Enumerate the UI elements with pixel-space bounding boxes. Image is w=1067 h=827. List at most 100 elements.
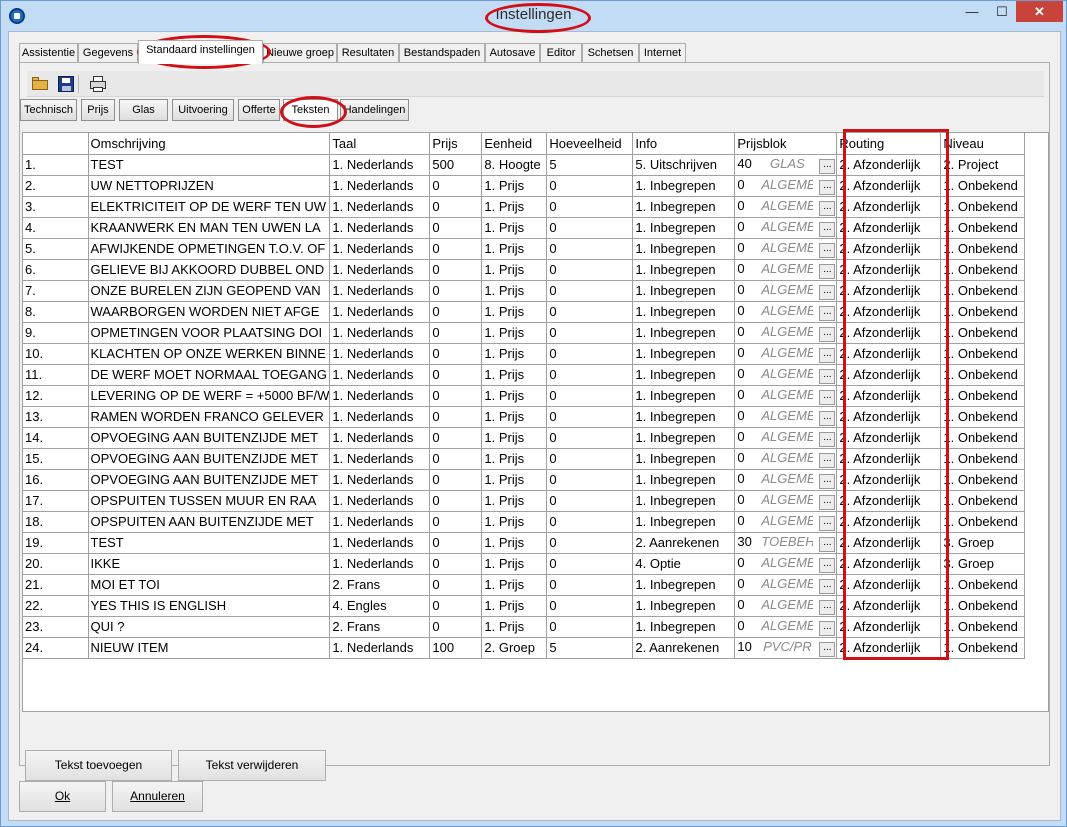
hoeveelheid-cell[interactable]: 0 <box>546 258 634 281</box>
save-disk-icon[interactable] <box>56 74 76 94</box>
row-index[interactable]: 24. <box>23 636 89 659</box>
routing-cell[interactable]: 2. Afzonderlijk <box>836 342 942 365</box>
info-cell[interactable]: 1. Inbegrepen <box>632 594 736 617</box>
routing-cell[interactable]: 2. Afzonderlijk <box>836 216 942 239</box>
table-row[interactable]: 4. KRAANWERK EN MAN TEN UWEN LA 1. Nederla… <box>23 216 1026 239</box>
minimize-button[interactable]: — <box>958 1 986 22</box>
prijsblok-cell[interactable]: ... 0 ALGEMEEN <box>734 279 838 302</box>
niveau-cell[interactable]: 1. Onbekend <box>940 384 1026 407</box>
table-row[interactable]: 3. ELEKTRICITEIT OP DE WERF TEN UW 1. Nede… <box>23 195 1026 218</box>
info-cell[interactable]: 1. Inbegrepen <box>632 279 736 302</box>
routing-cell[interactable]: 2. Afzonderlijk <box>836 300 942 323</box>
table-row[interactable]: 2. UW NETTOPRIJZEN 1. Nederlands 0 1. Prijs 0… <box>23 174 1026 197</box>
subtab-prijs[interactable]: Prijs <box>81 99 115 121</box>
hoeveelheid-cell[interactable]: 0 <box>546 174 634 197</box>
prijsblok-cell[interactable]: ... 0 ALGEMEEN <box>734 216 838 239</box>
prijsblok-browse-button[interactable]: ... <box>819 494 836 510</box>
row-index[interactable]: 16. <box>23 468 89 491</box>
prijs-cell[interactable]: 500 <box>429 153 483 176</box>
hoeveelheid-cell[interactable]: 0 <box>546 363 634 386</box>
hoeveelheid-cell[interactable]: 0 <box>546 468 634 491</box>
table-row[interactable]: 16. OPVOEGING AAN BUITENZIJDE MET 1. Neder… <box>23 468 1026 491</box>
routing-cell[interactable]: 2. Afzonderlijk <box>836 615 942 638</box>
taal-cell[interactable]: 1. Nederlands <box>329 174 431 197</box>
prijsblok-browse-button[interactable]: ... <box>819 284 836 300</box>
hoeveelheid-cell[interactable]: 0 <box>546 573 634 596</box>
niveau-cell[interactable]: 1. Onbekend <box>940 510 1026 533</box>
niveau-cell[interactable]: 3. Groep <box>940 531 1026 554</box>
table-row[interactable]: 21. MOI ET TOI 2. Frans 0 1. Prijs 0 1. Inbegr… <box>23 573 1026 596</box>
table-row[interactable]: 13. RAMEN WORDEN FRANCO GELEVER 1. Nederla… <box>23 405 1026 428</box>
niveau-cell[interactable]: 1. Onbekend <box>940 468 1026 491</box>
taal-cell[interactable]: 1. Nederlands <box>329 636 431 659</box>
eenheid-cell[interactable]: 1. Prijs <box>481 594 548 617</box>
tab-editor[interactable]: Editor <box>540 43 582 63</box>
info-cell[interactable]: 1. Inbegrepen <box>632 174 736 197</box>
info-cell[interactable]: 1. Inbegrepen <box>632 468 736 491</box>
row-index[interactable]: 18. <box>23 510 89 533</box>
hoeveelheid-cell[interactable]: 0 <box>546 216 634 239</box>
prijsblok-browse-button[interactable]: ... <box>819 536 836 552</box>
row-index[interactable]: 5. <box>23 237 89 260</box>
prijsblok-cell[interactable]: ... 0 ALGEMEEN <box>734 321 838 344</box>
row-index[interactable]: 8. <box>23 300 89 323</box>
niveau-cell[interactable]: 1. Onbekend <box>940 426 1026 449</box>
prijsblok-browse-button[interactable]: ... <box>819 557 836 573</box>
taal-cell[interactable]: 1. Nederlands <box>329 363 431 386</box>
prijsblok-browse-button[interactable]: ... <box>819 179 836 195</box>
remove-text-button[interactable]: Tekst verwijderen <box>178 750 326 781</box>
hoeveelheid-cell[interactable]: 0 <box>546 594 634 617</box>
prijsblok-cell[interactable]: ... 0 ALGEMEEN <box>734 258 838 281</box>
print-icon[interactable] <box>88 74 108 94</box>
prijsblok-browse-button[interactable]: ... <box>819 305 836 321</box>
prijs-cell[interactable]: 0 <box>429 426 483 449</box>
ok-button[interactable]: Ok <box>19 781 106 812</box>
taal-cell[interactable]: 1. Nederlands <box>329 237 431 260</box>
row-index[interactable]: 6. <box>23 258 89 281</box>
niveau-cell[interactable]: 1. Onbekend <box>940 174 1026 197</box>
hoeveelheid-cell[interactable]: 0 <box>546 405 634 428</box>
prijsblok-cell[interactable]: ... 40 GLAS <box>734 153 838 176</box>
routing-cell[interactable]: 2. Afzonderlijk <box>836 258 942 281</box>
prijsblok-browse-button[interactable]: ... <box>819 473 836 489</box>
prijs-cell[interactable]: 0 <box>429 405 483 428</box>
prijs-cell[interactable]: 0 <box>429 342 483 365</box>
prijs-cell[interactable]: 0 <box>429 510 483 533</box>
row-index[interactable]: 15. <box>23 447 89 470</box>
row-index[interactable]: 7. <box>23 279 89 302</box>
hoeveelheid-cell[interactable]: 0 <box>546 531 634 554</box>
omschrijving-cell[interactable]: TEST <box>87 531 331 554</box>
prijsblok-cell[interactable]: ... 10 PVC/PR <box>734 636 838 659</box>
table-row[interactable]: 17. OPSPUITEN TUSSEN MUUR EN RAA 1. Nederl… <box>23 489 1026 512</box>
subtab-teksten[interactable]: Teksten <box>283 99 338 121</box>
prijs-cell[interactable]: 0 <box>429 447 483 470</box>
niveau-cell[interactable]: 1. Onbekend <box>940 573 1026 596</box>
eenheid-cell[interactable]: 1. Prijs <box>481 510 548 533</box>
taal-cell[interactable]: 2. Frans <box>329 573 431 596</box>
table-row[interactable]: 22. YES THIS IS ENGLISH 4. Engles 0 1. Prijs… <box>23 594 1026 617</box>
taal-cell[interactable]: 1. Nederlands <box>329 279 431 302</box>
routing-cell[interactable]: 2. Afzonderlijk <box>836 153 942 176</box>
omschrijving-cell[interactable]: QUI ? <box>87 615 331 638</box>
table-row[interactable]: 20. IKKE 1. Nederlands 0 1. Prijs 0 4. Optie..… <box>23 552 1026 575</box>
prijsblok-cell[interactable]: ... 0 ALGEMEEN <box>734 426 838 449</box>
omschrijving-cell[interactable]: TEST <box>87 153 331 176</box>
eenheid-cell[interactable]: 1. Prijs <box>481 321 548 344</box>
texts-grid[interactable]: Omschrijving Taal Prijs Eenheid Hoeveelh… <box>22 132 1049 712</box>
prijsblok-cell[interactable]: ... 0 ALGEMEEN <box>734 363 838 386</box>
routing-cell[interactable]: 2. Afzonderlijk <box>836 594 942 617</box>
eenheid-cell[interactable]: 1. Prijs <box>481 216 548 239</box>
routing-cell[interactable]: 2. Afzonderlijk <box>836 195 942 218</box>
info-cell[interactable]: 1. Inbegrepen <box>632 363 736 386</box>
eenheid-cell[interactable]: 1. Prijs <box>481 384 548 407</box>
table-row[interactable]: 24. NIEUW ITEM 1. Nederlands 100 2. Groep 5 2.… <box>23 636 1026 659</box>
eenheid-cell[interactable]: 1. Prijs <box>481 615 548 638</box>
omschrijving-cell[interactable]: LEVERING OP DE WERF = +5000 BF/W <box>87 384 331 407</box>
tab-autosave[interactable]: Autosave <box>485 43 540 63</box>
taal-cell[interactable]: 1. Nederlands <box>329 426 431 449</box>
table-row[interactable]: 1. TEST 1. Nederlands 500 8. Hoogte 5 5. Uitsc… <box>23 153 1026 176</box>
info-cell[interactable]: 1. Inbegrepen <box>632 342 736 365</box>
prijsblok-browse-button[interactable]: ... <box>819 641 836 657</box>
niveau-cell[interactable]: 1. Onbekend <box>940 489 1026 512</box>
hoeveelheid-cell[interactable]: 0 <box>546 615 634 638</box>
